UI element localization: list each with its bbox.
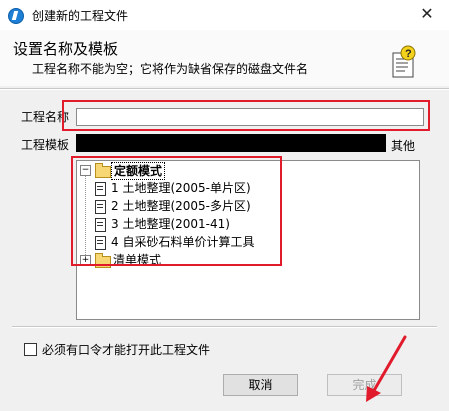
password-checkbox-label[interactable]: 必须有口令才能打开此工程文件 (42, 341, 210, 358)
tree-connector (85, 175, 86, 255)
cancel-button[interactable]: 取消 (223, 374, 298, 396)
finish-button[interactable]: 完成 (327, 374, 402, 396)
tree-item-label: 3 土地整理(2001-41) (111, 217, 230, 231)
page-title: 设置名称及模板 (13, 40, 119, 58)
folder-icon (95, 253, 111, 268)
password-checkbox[interactable] (24, 343, 37, 356)
window-title: 创建新的工程文件 (32, 9, 129, 23)
tree-item-label: 2 土地整理(2005-多片区) (111, 199, 251, 213)
page-subtitle: 工程名称不能为空；它将作为缺省保存的磁盘文件名 (32, 62, 309, 76)
tree-group-label[interactable]: 清单模式 (113, 252, 161, 268)
document-icon (95, 200, 106, 214)
collapse-icon[interactable]: − (80, 165, 91, 176)
document-icon (95, 236, 106, 250)
app-logo-icon (8, 8, 24, 24)
options-divider (12, 326, 437, 328)
document-icon (95, 182, 106, 196)
project-name-label: 工程名称 (21, 110, 70, 124)
tree-group-label[interactable]: 定额模式 (111, 162, 166, 180)
project-template-field[interactable] (76, 134, 386, 152)
project-name-input[interactable] (76, 108, 424, 126)
other-template-link[interactable]: 其他 (391, 137, 415, 154)
header-divider (0, 88, 449, 90)
wizard-help-icon: ? (392, 45, 416, 78)
close-icon[interactable]: ✕ (413, 3, 441, 25)
tree-item-label: 4 自采砂石料单价计算工具 (111, 235, 255, 249)
expand-icon[interactable]: + (80, 255, 91, 266)
svg-text:?: ? (405, 48, 412, 60)
document-icon (95, 218, 106, 232)
folder-icon (95, 163, 111, 178)
template-tree[interactable]: − 定额模式 1 土地整理(2005-单片区) 2 土地整理(2005-多片区)… (76, 160, 420, 320)
title-bar: 创建新的工程文件 ✕ (0, 0, 449, 30)
tree-item-label: 1 土地整理(2005-单片区) (111, 181, 251, 195)
project-template-label: 工程模板 (21, 138, 70, 152)
